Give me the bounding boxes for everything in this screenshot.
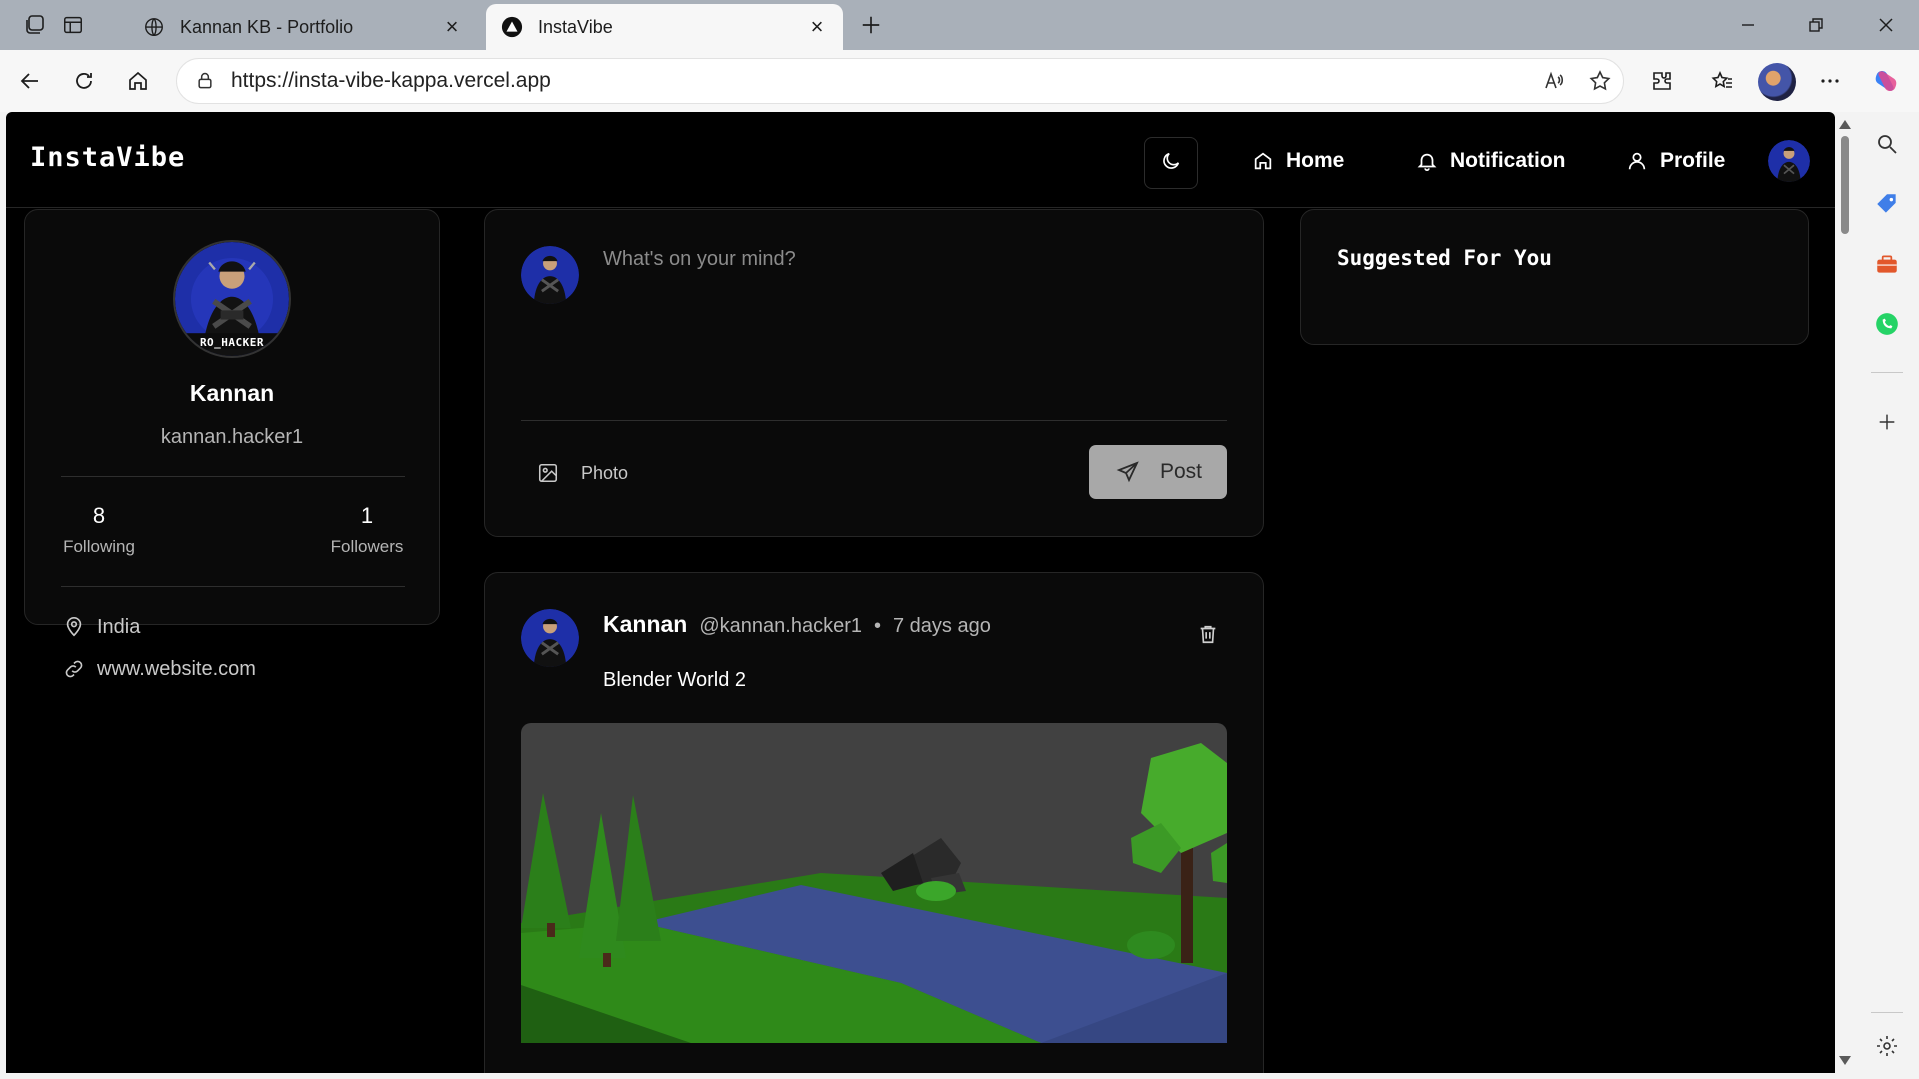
url-text[interactable]: https://insta-vibe-kappa.vercel.app: [231, 69, 1531, 93]
following-count: 8: [92, 503, 106, 528]
profile-handle: kannan.hacker1: [160, 426, 304, 448]
post-image[interactable]: [521, 723, 1227, 1043]
header-user-avatar[interactable]: [1768, 140, 1810, 182]
nav-notification[interactable]: Notification: [1414, 148, 1566, 174]
nav-notification-label: Notification: [1450, 149, 1566, 172]
post-author-name[interactable]: Kannan: [603, 611, 687, 638]
page-viewport: InstaVibe Home Notification Profile RO_H…: [6, 112, 1835, 1073]
post-author-avatar[interactable]: [521, 609, 579, 667]
following-label: Following: [63, 537, 135, 556]
tools-briefcase-icon[interactable]: [1869, 246, 1905, 282]
link-icon: [61, 656, 87, 682]
website-link[interactable]: www.website.com: [97, 658, 256, 681]
photo-label: Photo: [581, 462, 629, 483]
map-pin-icon: [61, 614, 87, 640]
browser-profile-avatar[interactable]: [1758, 63, 1796, 101]
location-row: India: [61, 614, 140, 640]
theme-toggle-button[interactable]: [1144, 137, 1198, 189]
app-header: InstaVibe Home Notification Profile: [6, 112, 1835, 208]
following-stat[interactable]: 8 Following: [61, 503, 137, 557]
refresh-icon[interactable]: [66, 63, 102, 99]
favorites-icon[interactable]: [1704, 63, 1740, 99]
more-options-icon[interactable]: [1812, 63, 1848, 99]
profile-name[interactable]: Kannan: [25, 380, 439, 407]
profile-divider: [61, 586, 405, 587]
tab-instavibe[interactable]: InstaVibe ×: [486, 4, 843, 50]
image-icon: [535, 460, 561, 486]
home-icon: [1250, 148, 1276, 174]
back-icon[interactable]: [12, 63, 48, 99]
moon-icon: [1160, 150, 1182, 177]
composer-avatar[interactable]: [521, 246, 579, 304]
delete-post-icon[interactable]: [1193, 619, 1223, 649]
minimize-icon[interactable]: [1728, 8, 1768, 42]
followers-label: Followers: [330, 537, 404, 556]
post-separator: •: [873, 615, 881, 637]
read-aloud-icon[interactable]: [1531, 69, 1577, 93]
search-icon[interactable]: [1869, 126, 1905, 162]
scroll-thumb[interactable]: [1841, 136, 1849, 234]
vertical-tabs-icon[interactable]: [58, 10, 88, 40]
send-icon: [1114, 458, 1142, 486]
instavibe-favicon-icon: [500, 15, 524, 39]
nav-profile[interactable]: Profile: [1624, 148, 1725, 174]
nav-home[interactable]: Home: [1250, 148, 1344, 174]
post-button[interactable]: Post: [1089, 445, 1227, 499]
workspaces-icon[interactable]: [20, 10, 50, 40]
composer-card: What's on your mind? Photo Post: [484, 209, 1264, 537]
tab-portfolio[interactable]: Kannan KB - Portfolio ×: [128, 4, 478, 50]
post-input[interactable]: What's on your mind?: [603, 248, 796, 271]
brand-logo[interactable]: InstaVibe: [30, 142, 185, 173]
profile-card: RO_HACKER Kannan kannan.hacker1 8 Follow…: [24, 209, 440, 680]
globe-icon: [142, 15, 166, 39]
location-text: India: [97, 615, 141, 638]
add-panel-icon[interactable]: [1869, 404, 1905, 440]
followers-count: 1: [360, 503, 374, 528]
tab-title: Kannan KB - Portfolio: [180, 16, 354, 37]
new-tab-icon[interactable]: [856, 10, 886, 40]
shopping-tag-icon[interactable]: [1869, 186, 1905, 222]
page-scrollbar[interactable]: [1835, 112, 1855, 1073]
profile-divider: [61, 476, 405, 477]
website-row[interactable]: www.website.com: [61, 656, 256, 682]
nav-profile-label: Profile: [1660, 149, 1726, 172]
post-content: Blender World 2: [603, 669, 747, 691]
home-browser-icon[interactable]: [120, 63, 156, 99]
tab-title: InstaVibe: [538, 16, 613, 37]
post-timestamp: 7 days ago: [893, 615, 991, 637]
panel-divider: [1871, 372, 1903, 373]
browser-side-panel: [1855, 112, 1919, 1079]
followers-stat[interactable]: 1 Followers: [327, 503, 407, 557]
close-window-icon[interactable]: [1866, 8, 1906, 42]
composer-divider: [521, 420, 1227, 421]
lock-icon[interactable]: [187, 71, 223, 91]
photo-button[interactable]: Photo: [535, 460, 628, 486]
panel-divider: [1871, 1012, 1903, 1013]
post-card: Kannan @kannan.hacker1 • 7 days ago Blen…: [484, 572, 1264, 1073]
nav-home-label: Home: [1286, 149, 1345, 172]
profile-avatar[interactable]: RO_HACKER: [173, 240, 291, 358]
suggestions-title: Suggested For You: [1337, 246, 1552, 270]
restore-icon[interactable]: [1796, 8, 1836, 42]
extensions-icon[interactable]: [1644, 63, 1680, 99]
post-author-handle: @kannan.hacker1: [699, 615, 862, 637]
post-header: Kannan @kannan.hacker1 • 7 days ago: [603, 611, 991, 638]
close-tab-icon[interactable]: ×: [805, 14, 829, 39]
close-tab-icon[interactable]: ×: [440, 14, 464, 39]
copilot-icon[interactable]: [1868, 63, 1904, 99]
favorite-star-icon[interactable]: [1577, 69, 1623, 93]
browser-toolbar: https://insta-vibe-kappa.vercel.app: [0, 50, 1919, 112]
whatsapp-icon[interactable]: [1869, 306, 1905, 342]
post-button-label: Post: [1159, 460, 1203, 483]
scroll-up-icon[interactable]: [1839, 120, 1851, 129]
browser-tab-bar: Kannan KB - Portfolio × InstaVibe ×: [0, 0, 1919, 50]
suggestions-card: Suggested For You: [1300, 209, 1809, 345]
address-bar[interactable]: https://insta-vibe-kappa.vercel.app: [176, 58, 1624, 104]
bell-icon: [1414, 148, 1440, 174]
scroll-down-icon[interactable]: [1839, 1056, 1851, 1065]
user-icon: [1624, 148, 1650, 174]
avatar-caption: RO_HACKER: [199, 336, 265, 349]
settings-gear-icon[interactable]: [1869, 1028, 1905, 1064]
